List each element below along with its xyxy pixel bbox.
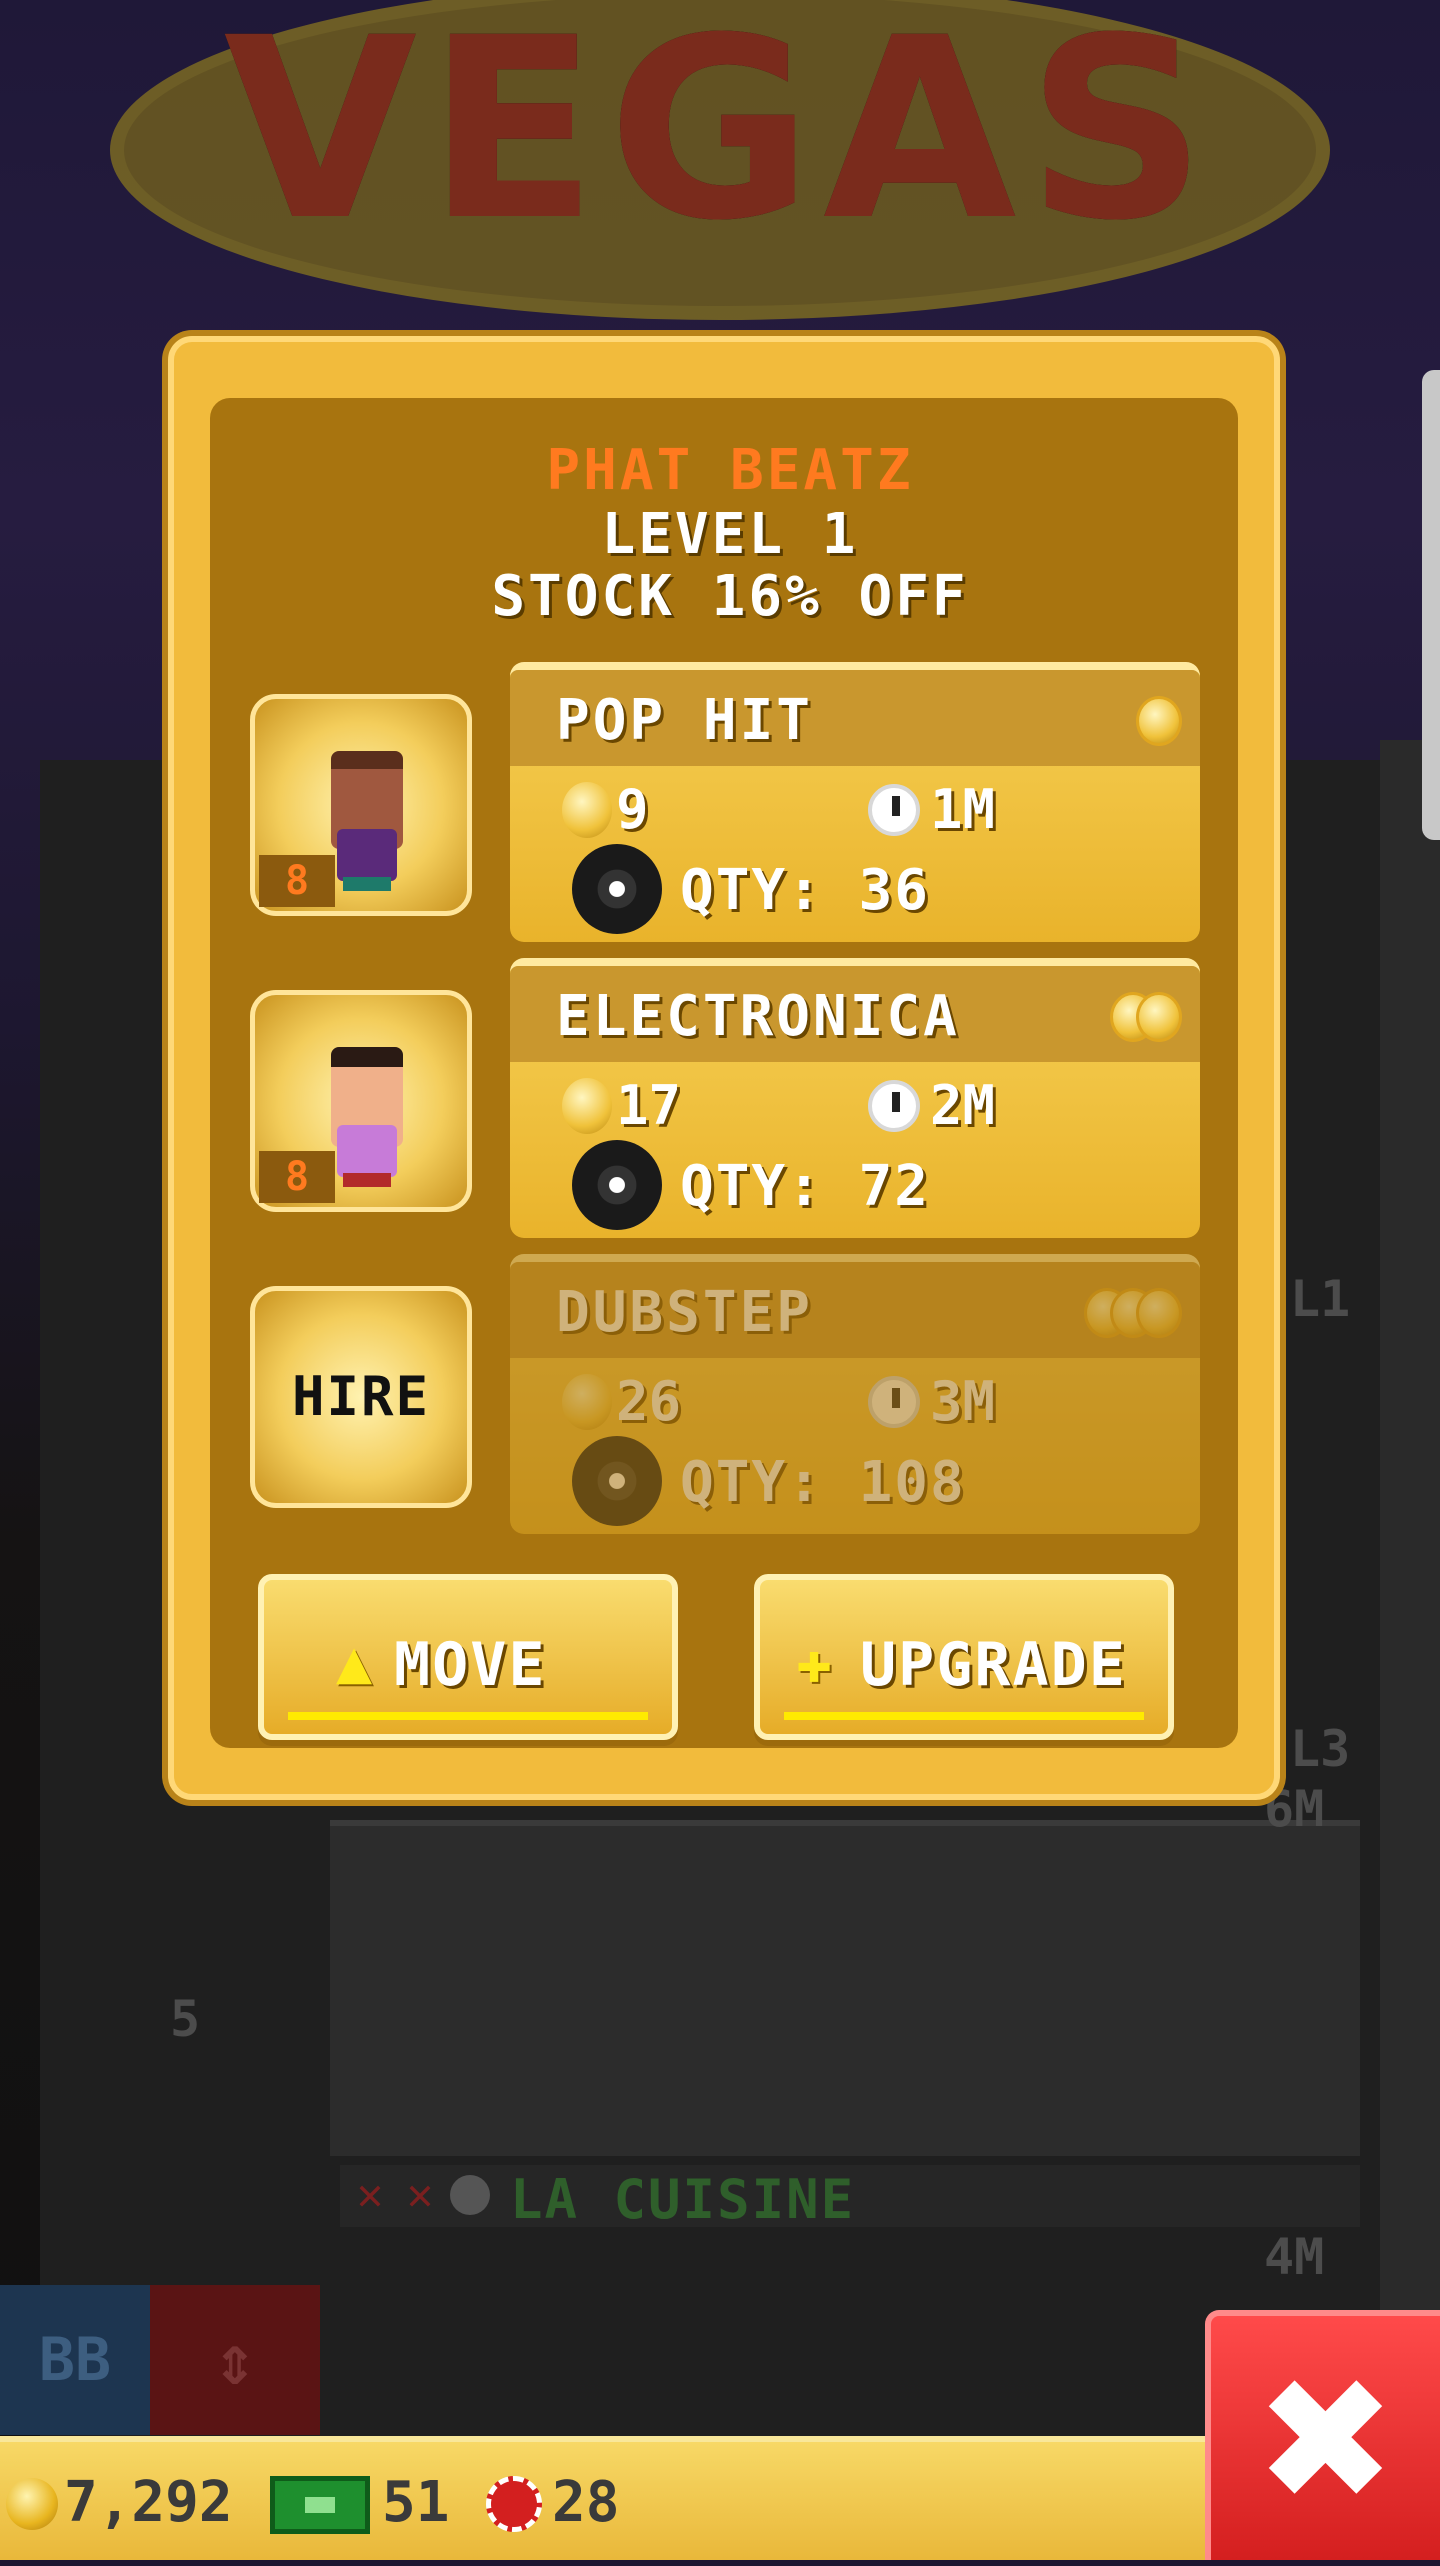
stock-quantity: QTY: 36 bbox=[680, 858, 931, 923]
shop-level: LEVEL 1 bbox=[601, 502, 859, 567]
coin-icon bbox=[562, 782, 612, 838]
bux-count: 51 bbox=[382, 2470, 450, 2535]
stock-time: 2M bbox=[930, 1074, 996, 1137]
floor-name: LA CUISINE bbox=[510, 2168, 856, 2231]
worker-legs bbox=[343, 1173, 391, 1187]
clock-icon bbox=[868, 1376, 920, 1428]
chip-icon bbox=[486, 2476, 542, 2532]
floor-number: 5 bbox=[170, 1990, 201, 2048]
clock-icon bbox=[868, 784, 920, 836]
record-icon bbox=[572, 1140, 662, 1230]
worker-body bbox=[337, 829, 397, 881]
vegas-sign: VEGAS bbox=[110, 0, 1330, 320]
bitbook-button[interactable]: BB bbox=[0, 2285, 150, 2435]
record-icon bbox=[572, 844, 662, 934]
move-button[interactable]: ▲ MOVE bbox=[258, 1574, 678, 1740]
button-underline bbox=[288, 1712, 648, 1720]
elevator-shaft bbox=[1380, 740, 1440, 2440]
plus-icon: ✚ bbox=[796, 1627, 833, 1697]
tier-coins-icon bbox=[1084, 1288, 1182, 1338]
clock-icon bbox=[868, 1080, 920, 1132]
arrow-up-icon: ▲ bbox=[336, 1627, 373, 1697]
button-underline bbox=[784, 1712, 1144, 1720]
vegas-sign-text: VEGAS bbox=[223, 0, 1217, 275]
chip-count: 28 bbox=[552, 2470, 620, 2535]
shop-name: PHAT BEATZ bbox=[546, 438, 914, 503]
upgrade-button[interactable]: ✚ UPGRADE bbox=[754, 1574, 1174, 1740]
stock-item-electronica[interactable]: ELECTRONICA 17 2M QTY: 72 bbox=[510, 958, 1200, 1238]
stock-name: DUBSTEP bbox=[556, 1280, 814, 1345]
dream-job-badge: 8 bbox=[259, 855, 335, 907]
tier-coins-icon bbox=[1110, 992, 1182, 1042]
stock-cost: 26 bbox=[616, 1370, 682, 1433]
close-button[interactable]: ✖ bbox=[1205, 2310, 1440, 2560]
stock-item-pop-hit[interactable]: POP HIT 9 1M QTY: 36 bbox=[510, 662, 1200, 942]
worker-body bbox=[337, 1125, 397, 1177]
coin-icon bbox=[6, 2478, 58, 2530]
coin-icon bbox=[562, 1374, 612, 1430]
stock-time: 1M bbox=[930, 778, 996, 841]
tier-coins-icon bbox=[1136, 696, 1182, 746]
stock-item-dubstep[interactable]: DUBSTEP 26 3M QTY: 108 bbox=[510, 1254, 1200, 1534]
stock-name: POP HIT bbox=[556, 688, 814, 753]
stock-time: 3M bbox=[930, 1370, 996, 1433]
floor-room[interactable] bbox=[330, 1820, 1360, 2156]
hire-label: HIRE bbox=[291, 1365, 431, 1428]
worker-slot-2[interactable]: 8 bbox=[250, 990, 472, 1212]
elevator-button[interactable]: ⇕ bbox=[150, 2285, 320, 2435]
sold-out-x-icon: ✕ bbox=[356, 2169, 384, 2220]
close-icon: ✖ bbox=[1254, 2342, 1397, 2540]
stock-name: ELECTRONICA bbox=[556, 984, 960, 1049]
restock-clock-icon bbox=[450, 2175, 490, 2215]
stock-discount: STOCK 16% OFF bbox=[491, 564, 969, 629]
hire-worker-button[interactable]: HIRE bbox=[250, 1286, 472, 1508]
dream-job-badge: 8 bbox=[259, 1151, 335, 1203]
stock-cost: 17 bbox=[616, 1074, 682, 1137]
side-panel-edge[interactable] bbox=[1422, 370, 1440, 840]
coin-icon bbox=[562, 1078, 612, 1134]
record-icon bbox=[572, 1436, 662, 1526]
stock-cost: 9 bbox=[616, 778, 649, 841]
floor-income-label: 4M bbox=[1264, 2228, 1325, 2286]
move-label: MOVE bbox=[394, 1630, 547, 1700]
floor-level-label: L1 bbox=[1290, 1270, 1351, 1328]
shop-info-popup: PHAT BEATZ LEVEL 1 STOCK 16% OFF 8 8 HIR… bbox=[168, 336, 1280, 1800]
floor-level-label: L3 bbox=[1290, 1720, 1351, 1778]
sold-out-x-icon: ✕ bbox=[406, 2169, 434, 2220]
upgrade-label: UPGRADE bbox=[860, 1630, 1127, 1700]
worker-slot-1[interactable]: 8 bbox=[250, 694, 472, 916]
stock-quantity: QTY: 108 bbox=[680, 1450, 966, 1515]
worker-legs bbox=[343, 877, 391, 891]
stock-quantity: QTY: 72 bbox=[680, 1154, 931, 1219]
coin-count: 7,292 bbox=[64, 2470, 233, 2535]
bux-icon bbox=[270, 2476, 370, 2534]
